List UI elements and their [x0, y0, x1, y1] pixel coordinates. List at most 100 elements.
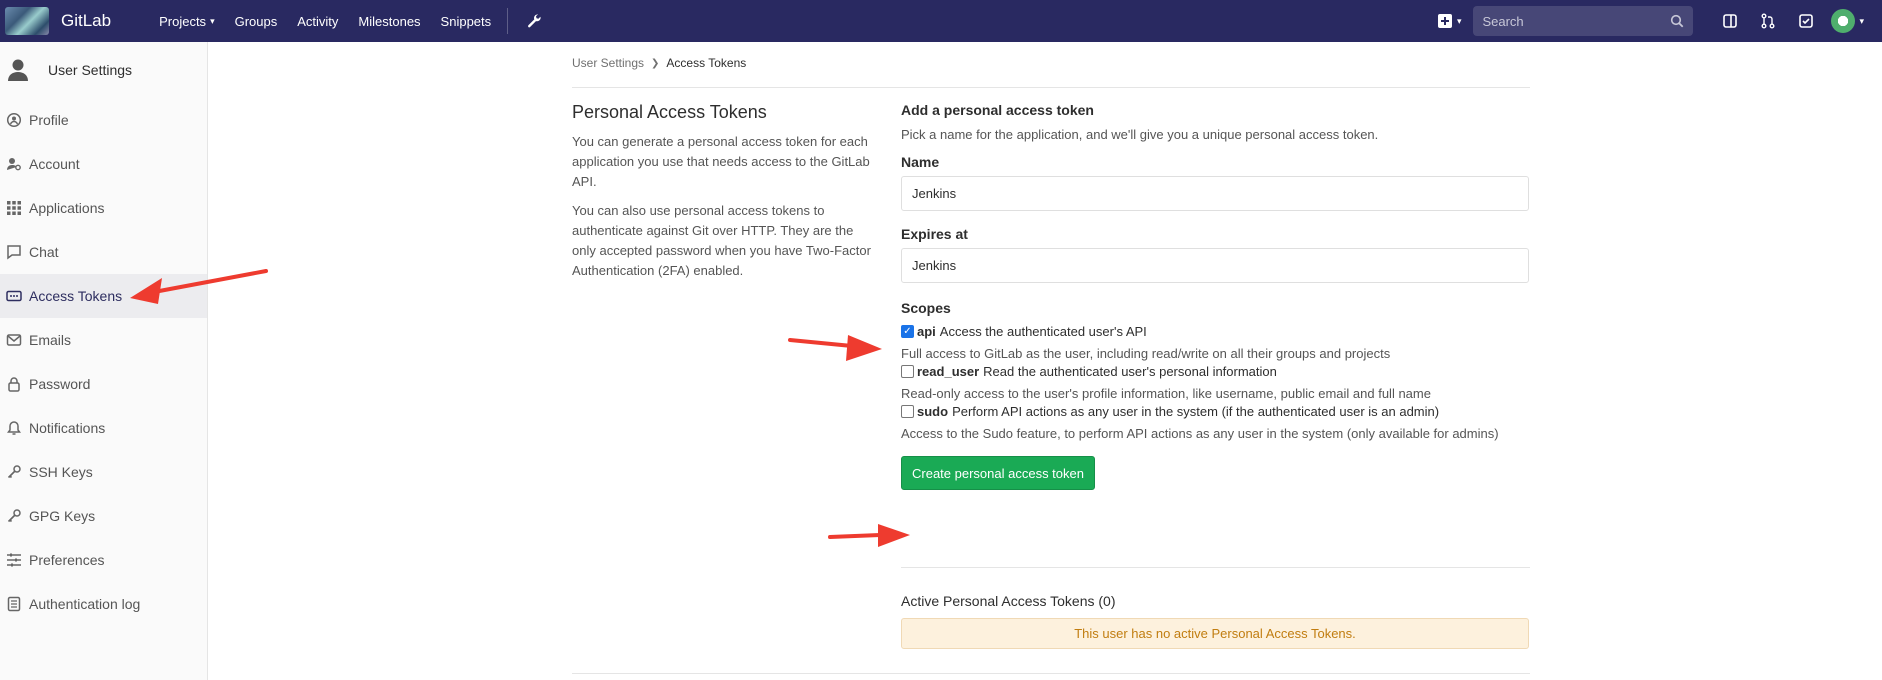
- scope-api-key: api: [917, 324, 936, 339]
- footer-divider: [572, 673, 1530, 674]
- intro-section: Personal Access Tokens You can generate …: [572, 102, 877, 290]
- sidebar-item-preferences[interactable]: Preferences: [0, 538, 207, 582]
- sidebar-item-label: Notifications: [29, 420, 106, 436]
- breadcrumb-parent-link[interactable]: User Settings: [572, 56, 644, 70]
- nav-milestones-label: Milestones: [358, 13, 421, 29]
- nav-projects[interactable]: Projects ▾: [149, 0, 225, 42]
- search-input[interactable]: Search: [1473, 6, 1694, 36]
- sidebar-item-label: SSH Keys: [29, 464, 93, 480]
- chevron-down-icon: ▾: [210, 15, 215, 26]
- annotation-arrow-create-button: [828, 524, 910, 547]
- merge-request-icon[interactable]: [1749, 13, 1787, 29]
- chevron-right-icon: ❯: [651, 57, 660, 69]
- chevron-down-icon: ▾: [1859, 15, 1864, 26]
- sidebar-item-applications[interactable]: Applications: [0, 186, 207, 230]
- sidebar-item-authentication-log[interactable]: Authentication log: [0, 582, 207, 626]
- name-field[interactable]: Jenkins: [901, 176, 1529, 211]
- active-tokens-heading: Active Personal Access Tokens (0): [901, 593, 1116, 609]
- sidebar-item-profile[interactable]: Profile: [0, 98, 207, 142]
- scope-sudo-checkbox[interactable]: [901, 405, 914, 418]
- sidebar-item-label: Preferences: [29, 552, 105, 568]
- scope-api-desc: Access the authenticated user's API: [939, 324, 1147, 339]
- nav-projects-label: Projects: [159, 13, 207, 29]
- scope-read-user-key: read_user: [917, 364, 980, 379]
- form-heading: Add a personal access token: [901, 102, 1094, 118]
- gitlab-logo-icon: [5, 7, 49, 35]
- sidebar-item-ssh-keys[interactable]: SSH Keys: [0, 450, 207, 494]
- sidebar-item-label: Authentication log: [29, 596, 141, 612]
- plus-square-icon: [1437, 14, 1452, 28]
- token-form: Add a personal access token Pick a name …: [901, 102, 1530, 490]
- name-value: Jenkins: [912, 186, 957, 201]
- scope-api-help: Full access to GitLab as the user, inclu…: [901, 346, 1391, 361]
- sidebar-item-password[interactable]: Password: [0, 362, 207, 406]
- user-menu-dropdown[interactable]: ▾: [1831, 9, 1864, 33]
- settings-sidebar: User Settings Profile Account Applicatio…: [0, 42, 208, 680]
- scope-api-checkbox[interactable]: ✓: [901, 325, 914, 338]
- breadcrumb-current[interactable]: Access Tokens: [666, 56, 746, 70]
- issues-sidebar-icon[interactable]: [1711, 13, 1749, 29]
- top-navbar: GitLab Projects ▾ Groups Activity Milesto…: [0, 0, 1882, 42]
- sidebar-item-emails[interactable]: Emails: [0, 318, 207, 362]
- access-tokens-icon: [5, 287, 23, 305]
- scope-read-user-help: Read-only access to the user's profile i…: [901, 386, 1431, 401]
- annotation-arrow-api-scope: [788, 335, 882, 361]
- gitlab-logo-link[interactable]: GitLab: [0, 0, 111, 42]
- bell-icon: [5, 419, 23, 437]
- sidebar-header[interactable]: User Settings: [0, 42, 207, 98]
- scopes-label: Scopes: [901, 300, 951, 316]
- chat-icon: [5, 243, 23, 261]
- sidebar-item-label: Applications: [29, 200, 105, 216]
- scope-sudo-desc: Perform API actions as any user in the s…: [952, 404, 1440, 419]
- new-item-dropdown[interactable]: ▾: [1437, 13, 1462, 29]
- scope-read-user-desc: Read the authenticated user's personal i…: [983, 364, 1277, 379]
- expires-label: Expires at: [901, 226, 968, 242]
- form-subheading: Pick a name for the application, and we'…: [901, 127, 1379, 142]
- log-icon: [5, 595, 23, 613]
- empty-tokens-notice: This user has no active Personal Access …: [901, 618, 1529, 649]
- active-tokens-section: Active Personal Access Tokens (0) This u…: [901, 593, 1530, 649]
- chevron-down-icon: ▾: [1456, 15, 1462, 26]
- user-avatar-icon: [6, 56, 30, 84]
- sidebar-item-gpg-keys[interactable]: GPG Keys: [0, 494, 207, 538]
- sidebar-item-label: Profile: [29, 112, 69, 128]
- profile-icon: [5, 111, 23, 129]
- sidebar-item-notifications[interactable]: Notifications: [0, 406, 207, 450]
- scope-read-user-row: read_user Read the authenticated user's …: [901, 364, 1530, 379]
- nav-snippets[interactable]: Snippets: [431, 0, 502, 42]
- nav-activity-label: Activity: [297, 13, 339, 29]
- expires-value: Jenkins: [912, 258, 957, 273]
- sidebar-item-label: Chat: [29, 244, 59, 260]
- sidebar-item-label: Password: [29, 376, 91, 392]
- nav-activity[interactable]: Activity: [287, 0, 348, 42]
- account-icon: [5, 155, 23, 173]
- key-icon: [5, 507, 23, 525]
- scope-api-row: ✓ api Access the authenticated user's AP…: [901, 324, 1530, 339]
- breadcrumb: User Settings ❯ Access Tokens: [572, 56, 746, 70]
- intro-paragraph-1: You can generate a personal access token…: [572, 134, 870, 189]
- preferences-icon: [5, 551, 23, 569]
- todo-check-icon[interactable]: [1787, 13, 1825, 29]
- nav-snippets-label: Snippets: [440, 13, 492, 29]
- search-placeholder: Search: [1482, 13, 1524, 29]
- avatar: [1831, 9, 1856, 33]
- search-icon: [1671, 14, 1684, 28]
- nav-groups[interactable]: Groups: [225, 0, 288, 42]
- section-divider: [901, 567, 1530, 568]
- key-icon: [5, 463, 23, 481]
- email-icon: [5, 331, 23, 349]
- admin-area-wrench-icon[interactable]: [518, 13, 550, 29]
- annotation-arrow-access-tokens: [130, 269, 268, 304]
- page-title: Personal Access Tokens: [572, 102, 767, 122]
- expires-at-field[interactable]: Jenkins: [901, 248, 1529, 283]
- nav-divider: [507, 8, 509, 34]
- lock-icon: [5, 375, 23, 393]
- sidebar-item-label: Emails: [29, 332, 72, 348]
- sidebar-item-account[interactable]: Account: [0, 142, 207, 186]
- scope-read-user-checkbox[interactable]: [901, 365, 914, 378]
- brand-name: GitLab: [61, 11, 112, 30]
- sidebar-title: User Settings: [48, 62, 133, 78]
- nav-milestones[interactable]: Milestones: [348, 0, 430, 42]
- create-token-button[interactable]: Create personal access token: [901, 456, 1095, 490]
- sidebar-item-label: Access Tokens: [29, 288, 123, 304]
